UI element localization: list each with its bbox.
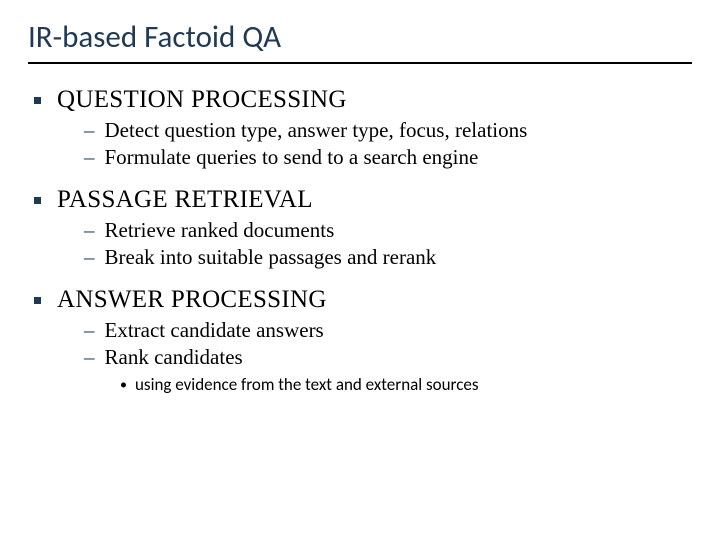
sub2-text: using evidence from the text and externa… (135, 374, 479, 395)
square-bullet-icon (34, 97, 41, 104)
sub2-list: • using evidence from the text and exter… (28, 374, 692, 395)
dash-icon: – (84, 118, 95, 143)
section-heading-row: QUESTION PROCESSING (28, 86, 692, 114)
slide: IR-based Factoid QA QUESTION PROCESSING … (0, 0, 720, 540)
sub-item: – Retrieve ranked documents (84, 218, 692, 243)
sub-item: – Formulate queries to send to a search … (84, 145, 692, 170)
sub-item: – Break into suitable passages and reran… (84, 245, 692, 270)
dash-icon: – (84, 245, 95, 270)
section-heading: QUESTION PROCESSING (57, 86, 347, 114)
sub-text: Break into suitable passages and rerank (105, 245, 437, 270)
dash-icon: – (84, 345, 95, 370)
dash-icon: – (84, 318, 95, 343)
sub-list: – Extract candidate answers – Rank candi… (28, 318, 692, 370)
square-bullet-icon (34, 297, 41, 304)
sub-item: – Extract candidate answers (84, 318, 692, 343)
sub-list: – Detect question type, answer type, foc… (28, 118, 692, 170)
section-heading-row: PASSAGE RETRIEVAL (28, 186, 692, 214)
slide-title: IR-based Factoid QA (28, 18, 692, 64)
section-heading: PASSAGE RETRIEVAL (57, 186, 313, 214)
sub-item: – Detect question type, answer type, foc… (84, 118, 692, 143)
sub-item: – Rank candidates (84, 345, 692, 370)
section-heading: ANSWER PROCESSING (57, 286, 327, 314)
sub-text: Rank candidates (105, 345, 243, 370)
section-heading-row: ANSWER PROCESSING (28, 286, 692, 314)
sub-list: – Retrieve ranked documents – Break into… (28, 218, 692, 270)
sub2-item: • using evidence from the text and exter… (120, 374, 692, 395)
dash-icon: – (84, 218, 95, 243)
square-bullet-icon (34, 197, 41, 204)
dash-icon: – (84, 145, 95, 170)
sub-text: Detect question type, answer type, focus… (105, 118, 528, 143)
sub-text: Extract candidate answers (105, 318, 324, 343)
sub-text: Formulate queries to send to a search en… (105, 145, 479, 170)
dot-bullet-icon: • (120, 376, 127, 393)
sub-text: Retrieve ranked documents (105, 218, 335, 243)
